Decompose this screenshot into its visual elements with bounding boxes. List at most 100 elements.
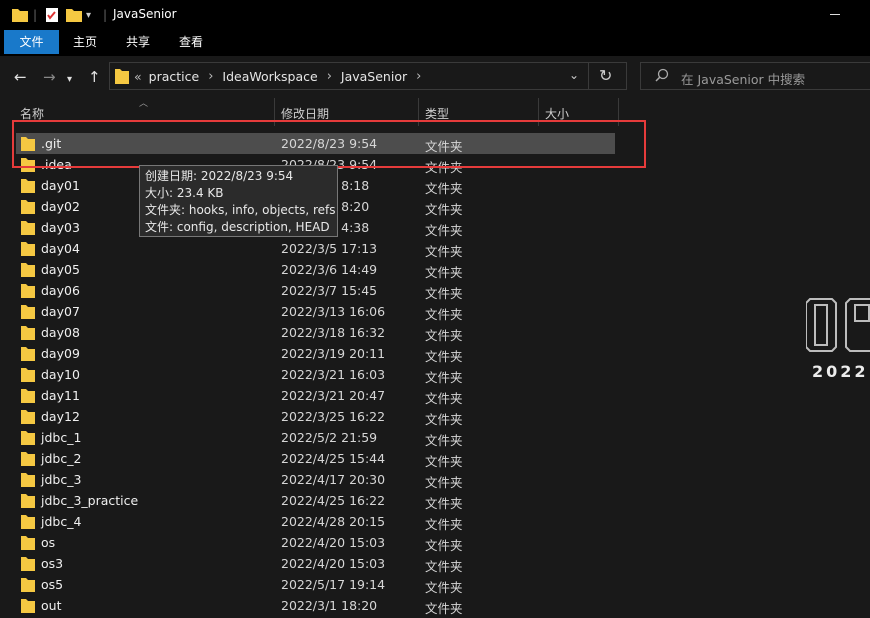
- file-name[interactable]: jdbc_1: [41, 430, 81, 445]
- file-name[interactable]: day12: [41, 409, 80, 424]
- folder-icon: [115, 68, 129, 87]
- file-row[interactable]: day12 2022/3/25 16:22 文件夹: [16, 406, 615, 427]
- file-row[interactable]: jdbc_4 2022/4/28 20:15 文件夹: [16, 511, 615, 532]
- chevron-right-icon[interactable]: ›: [327, 69, 332, 84]
- file-type: 文件夹: [425, 307, 463, 322]
- file-row[interactable]: os3 2022/4/20 15:03 文件夹: [16, 553, 615, 574]
- tooltip-created: 创建日期: 2022/8/23 9:54: [145, 169, 294, 183]
- divider-icon: |: [33, 8, 38, 22]
- desktop-clock-date: 2022: [812, 362, 869, 381]
- folder-icon: [21, 199, 35, 217]
- tab-view[interactable]: 查看: [169, 30, 213, 54]
- file-name[interactable]: day08: [41, 325, 80, 340]
- file-type: 文件夹: [425, 538, 463, 553]
- file-type: 文件夹: [425, 391, 463, 406]
- folder-icon: [21, 241, 35, 259]
- file-type: 文件夹: [425, 601, 463, 616]
- file-modified-date: 2022/4/20 15:03: [281, 535, 386, 550]
- minimize-button[interactable]: [830, 14, 840, 15]
- recent-locations-chevron-icon[interactable]: ▾: [67, 72, 72, 88]
- chevron-right-icon[interactable]: ›: [208, 69, 213, 84]
- file-name[interactable]: day02: [41, 199, 80, 214]
- forward-arrow-icon[interactable]: →: [43, 69, 56, 85]
- folder-icon: [21, 346, 35, 364]
- file-type: 文件夹: [425, 244, 463, 259]
- folder-icon: [21, 472, 35, 490]
- chevron-down-icon[interactable]: ⌄: [569, 68, 579, 82]
- file-modified-date: 2022/3/18 16:32: [281, 325, 386, 340]
- file-row[interactable]: jdbc_1 2022/5/2 21:59 文件夹: [16, 427, 615, 448]
- file-type: 文件夹: [425, 370, 463, 385]
- breadcrumb-javasenior[interactable]: JavaSenior: [341, 69, 407, 84]
- file-row[interactable]: day08 2022/3/18 16:32 文件夹: [16, 322, 615, 343]
- tab-share[interactable]: 共享: [116, 30, 160, 54]
- tab-file[interactable]: 文件: [4, 30, 59, 54]
- properties-icon[interactable]: [45, 6, 59, 24]
- file-row[interactable]: os5 2022/5/17 19:14 文件夹: [16, 574, 615, 595]
- file-modified-date: 2022/4/25 16:22: [281, 493, 386, 508]
- up-arrow-icon[interactable]: ↑: [88, 69, 101, 85]
- file-row[interactable]: day11 2022/3/21 20:47 文件夹: [16, 385, 615, 406]
- file-row[interactable]: os 2022/4/20 15:03 文件夹: [16, 532, 615, 553]
- file-row[interactable]: jdbc_2 2022/4/25 15:44 文件夹: [16, 448, 615, 469]
- file-name[interactable]: day11: [41, 388, 80, 403]
- file-name[interactable]: out: [41, 598, 61, 613]
- file-modified-date: 2022/5/2 21:59: [281, 430, 378, 445]
- new-folder-icon[interactable]: [66, 6, 82, 24]
- file-row[interactable]: day06 2022/3/7 15:45 文件夹: [16, 280, 615, 301]
- folder-icon: [21, 325, 35, 343]
- file-type: 文件夹: [425, 181, 463, 196]
- file-row[interactable]: day05 2022/3/6 14:49 文件夹: [16, 259, 615, 280]
- folder-icon: [21, 304, 35, 322]
- file-row[interactable]: day10 2022/3/21 16:03 文件夹: [16, 364, 615, 385]
- tooltip-files: 文件: config, description, HEAD: [145, 220, 330, 234]
- file-name[interactable]: day01: [41, 178, 80, 193]
- file-name[interactable]: jdbc_3_practice: [41, 493, 138, 508]
- chevron-right-icon[interactable]: ›: [416, 69, 421, 84]
- folder-icon: [12, 6, 28, 24]
- folder-icon: [21, 388, 35, 406]
- file-row[interactable]: jdbc_3_practice 2022/4/25 16:22 文件夹: [16, 490, 615, 511]
- ribbon-tabs: 文件 主页 共享 查看: [0, 30, 870, 56]
- file-name[interactable]: day09: [41, 346, 80, 361]
- folder-icon: [21, 598, 35, 616]
- address-bar[interactable]: « practice › IdeaWorkspace › JavaSenior …: [109, 62, 627, 90]
- file-name[interactable]: jdbc_2: [41, 451, 81, 466]
- breadcrumb-practice[interactable]: practice: [149, 69, 200, 84]
- file-row[interactable]: jdbc_3 2022/4/17 20:30 文件夹: [16, 469, 615, 490]
- search-icon: [655, 68, 669, 85]
- file-name[interactable]: day03: [41, 220, 80, 235]
- back-arrow-icon[interactable]: ←: [14, 69, 27, 85]
- file-row[interactable]: day04 2022/3/5 17:13 文件夹: [16, 238, 615, 259]
- folder-icon: [21, 493, 35, 511]
- file-name[interactable]: os: [41, 535, 55, 550]
- breadcrumb-ideaworkspace[interactable]: IdeaWorkspace: [222, 69, 317, 84]
- file-name[interactable]: os3: [41, 556, 63, 571]
- search-box[interactable]: 在 JavaSenior 中搜索: [640, 62, 870, 90]
- file-row[interactable]: out 2022/3/1 18:20 文件夹: [16, 595, 615, 616]
- file-modified-date: 2022/4/20 15:03: [281, 556, 386, 571]
- breadcrumb-overflow[interactable]: «: [134, 69, 142, 84]
- file-name[interactable]: day04: [41, 241, 80, 256]
- highlight-box: [12, 120, 646, 168]
- customize-toolbar-icon[interactable]: ▾: [86, 6, 91, 24]
- file-name[interactable]: day07: [41, 304, 80, 319]
- file-type: 文件夹: [425, 349, 463, 364]
- file-row[interactable]: day09 2022/3/19 20:11 文件夹: [16, 343, 615, 364]
- file-name[interactable]: day06: [41, 283, 80, 298]
- folder-icon: [21, 430, 35, 448]
- file-name[interactable]: jdbc_3: [41, 472, 81, 487]
- file-row[interactable]: day07 2022/3/13 16:06 文件夹: [16, 301, 615, 322]
- tooltip-size: 大小: 23.4 KB: [145, 186, 224, 200]
- file-modified-date: 2022/3/6 14:49: [281, 262, 378, 277]
- tab-home[interactable]: 主页: [63, 30, 107, 54]
- divider-icon: |: [103, 8, 108, 22]
- folder-icon: [21, 556, 35, 574]
- file-name[interactable]: os5: [41, 577, 63, 592]
- file-name[interactable]: jdbc_4: [41, 514, 81, 529]
- file-name[interactable]: day10: [41, 367, 80, 382]
- folder-icon: [21, 514, 35, 532]
- file-type: 文件夹: [425, 328, 463, 343]
- refresh-icon[interactable]: ↻: [599, 66, 612, 85]
- file-name[interactable]: day05: [41, 262, 80, 277]
